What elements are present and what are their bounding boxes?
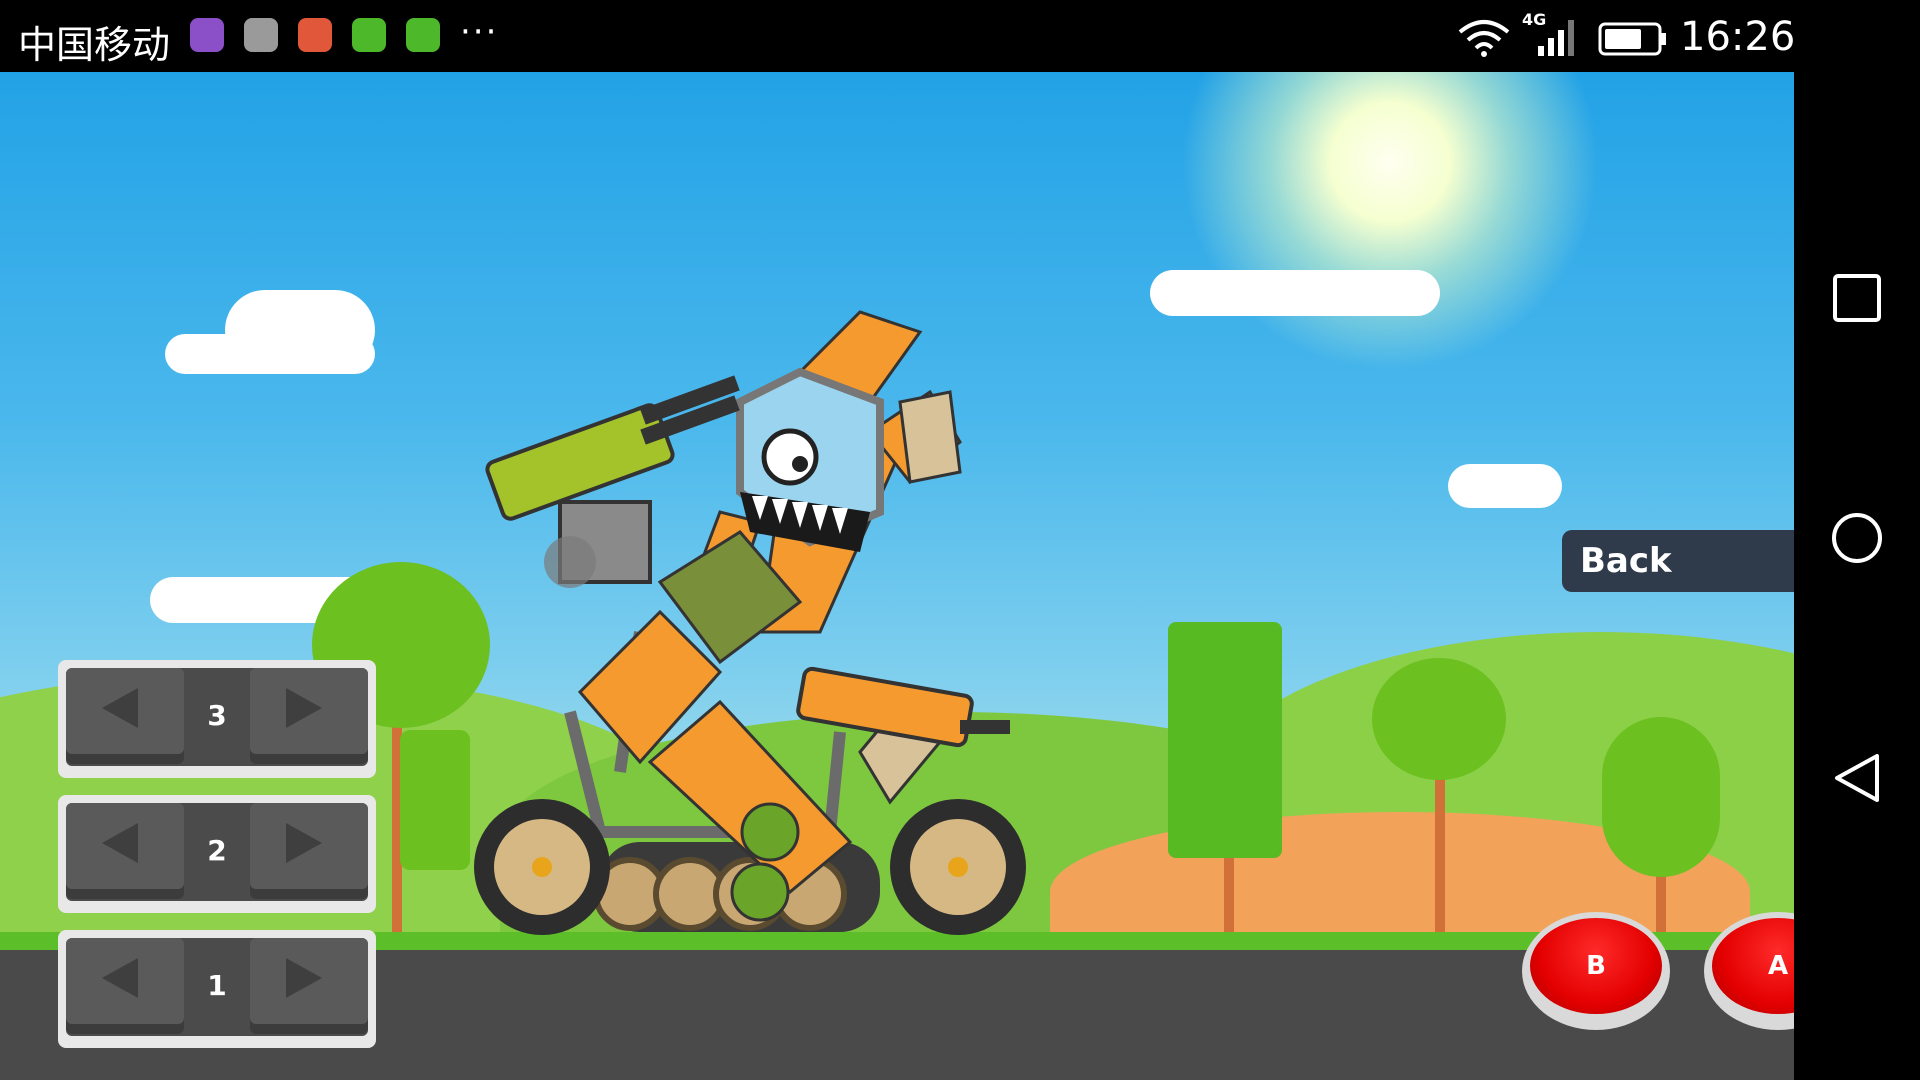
decrease-button[interactable] <box>66 803 184 899</box>
game-viewport[interactable]: 3 2 1 Back B A <box>0 72 1794 1080</box>
b-button-label: B <box>1530 918 1662 1014</box>
navigation-bar <box>1794 72 1920 1080</box>
tools-app-icon <box>298 18 332 52</box>
home-icon[interactable] <box>1831 512 1883 564</box>
battery-icon <box>1598 22 1666 56</box>
part-selector-2: 2 <box>58 795 376 913</box>
triangle-right-icon <box>286 958 322 998</box>
triangle-left-icon <box>102 688 138 728</box>
font-app-icon <box>244 18 278 52</box>
robot-tank <box>474 310 1026 935</box>
triangle-left-icon <box>102 823 138 863</box>
signal-icon <box>1538 20 1574 56</box>
carrier-name: 中国移动 <box>18 23 171 67</box>
increase-button[interactable] <box>250 803 368 899</box>
back-icon[interactable] <box>1831 752 1883 804</box>
decrease-button[interactable] <box>66 938 184 1034</box>
increase-button[interactable] <box>250 938 368 1034</box>
wifi-icon <box>1458 20 1510 57</box>
part-selector-3: 3 <box>58 660 376 778</box>
selector-value: 3 <box>207 699 227 732</box>
increase-button[interactable] <box>250 668 368 764</box>
selector-value: 2 <box>207 834 227 867</box>
shield-app-icon <box>352 18 386 52</box>
part-selector-1: 1 <box>58 930 376 1048</box>
clock: 16:26 <box>1680 14 1796 60</box>
triangle-right-icon <box>286 688 322 728</box>
selector-value: 1 <box>207 969 227 1002</box>
more-notifications-icon: ··· <box>460 12 499 52</box>
a-button-label: A <box>1712 918 1794 1014</box>
triangle-left-icon <box>102 958 138 998</box>
b-button[interactable]: B <box>1522 912 1670 1030</box>
triangle-right-icon <box>286 823 322 863</box>
decrease-button[interactable] <box>66 668 184 764</box>
back-button[interactable]: Back <box>1562 530 1794 592</box>
shield-app-icon-2 <box>406 18 440 52</box>
gallery-app-icon <box>190 18 224 52</box>
status-bar: 中国移动 ··· 4G 16:26 <box>0 0 1920 72</box>
recent-apps-icon[interactable] <box>1831 272 1883 324</box>
